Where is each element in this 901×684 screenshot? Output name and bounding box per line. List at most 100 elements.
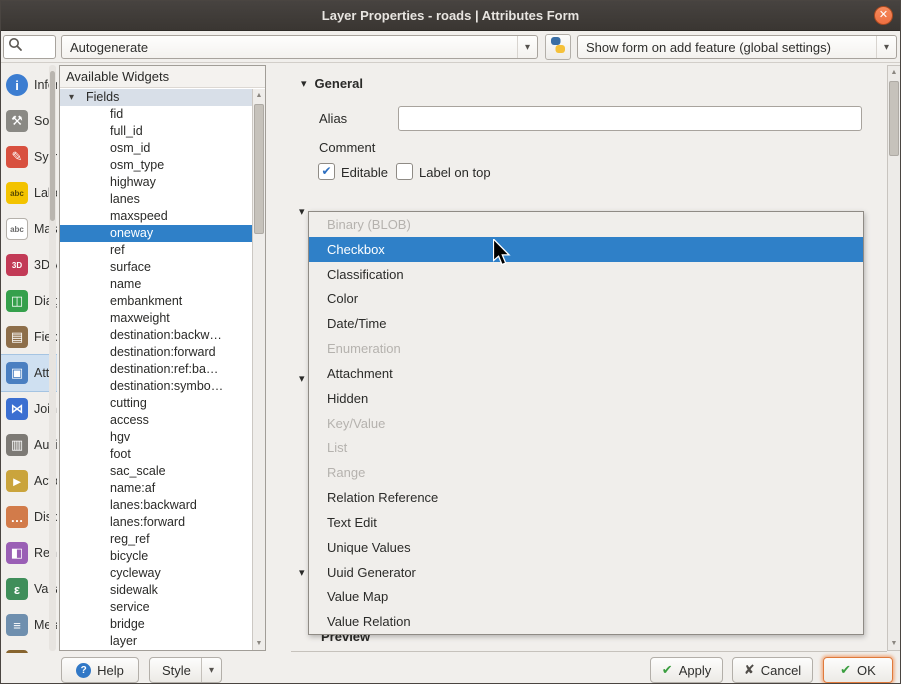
field-item[interactable]: highway: [60, 174, 252, 191]
field-item[interactable]: lanes: [60, 191, 252, 208]
sidebar-scrollbar[interactable]: [49, 65, 56, 651]
close-button[interactable]: ✕: [874, 6, 893, 25]
field-item[interactable]: service: [60, 599, 252, 616]
widget-type-option[interactable]: Text Edit: [309, 510, 863, 535]
widget-type-option[interactable]: Uuid Generator: [309, 560, 863, 585]
widget-type-section-expander-icon[interactable]: ▾: [299, 205, 305, 218]
masks-icon: abc: [6, 218, 28, 240]
field-item[interactable]: surface: [60, 259, 252, 276]
autogenerate-value: Autogenerate: [62, 40, 517, 55]
alias-input[interactable]: [398, 106, 862, 131]
scroll-down-icon[interactable]: ▼: [888, 637, 900, 650]
widget-type-option[interactable]: Color: [309, 286, 863, 311]
expander-icon[interactable]: ▾: [301, 77, 307, 90]
widget-type-option[interactable]: Value Map: [309, 584, 863, 609]
field-item[interactable]: lanes:backward: [60, 497, 252, 514]
field-item[interactable]: name: [60, 276, 252, 293]
field-item[interactable]: destination:forward: [60, 344, 252, 361]
widget-type-option: Key/Value: [309, 411, 863, 436]
section-expander-icon[interactable]: ▾: [299, 566, 305, 579]
tree-node-label: Fields: [86, 90, 119, 104]
tree-node-fields[interactable]: ▾ Fields: [60, 89, 252, 106]
widget-type-option[interactable]: Relation Reference: [309, 485, 863, 510]
field-item[interactable]: sac_scale: [60, 463, 252, 480]
label-on-top-checkbox[interactable]: ✔: [396, 163, 413, 180]
field-item[interactable]: cycleway: [60, 565, 252, 582]
widget-type-option: Binary (BLOB): [309, 212, 863, 237]
field-item[interactable]: name:af: [60, 480, 252, 497]
layer-properties-window: Layer Properties - roads | Attributes Fo…: [0, 0, 901, 684]
field-item[interactable]: maxspeed: [60, 208, 252, 225]
field-item[interactable]: foot: [60, 446, 252, 463]
widget-type-option[interactable]: Hidden: [309, 386, 863, 411]
label-on-top-label: Label on top: [419, 165, 491, 180]
widget-type-option[interactable]: Value Relation: [309, 609, 863, 634]
chevron-down-icon[interactable]: ▾: [201, 658, 221, 682]
general-section-header[interactable]: ▾ General: [301, 76, 363, 91]
widgets-scrollbar-thumb[interactable]: [254, 104, 264, 234]
python-icon: [549, 36, 567, 59]
widget-type-option: Enumeration: [309, 336, 863, 361]
widgets-panel-scrollbar[interactable]: ▲ ▼: [252, 89, 265, 650]
widget-type-option[interactable]: Unique Values: [309, 535, 863, 560]
cross-icon: ✘: [744, 662, 755, 678]
information-icon: i: [6, 74, 28, 96]
cancel-label: Cancel: [761, 663, 801, 678]
display-icon: …: [6, 506, 28, 528]
diagrams-icon: ◫: [6, 290, 28, 312]
widget-type-option[interactable]: Date/Time: [309, 311, 863, 336]
check-icon: ✔: [662, 662, 673, 678]
scroll-down-icon[interactable]: ▼: [253, 637, 265, 650]
field-item[interactable]: sidewalk: [60, 582, 252, 599]
available-widgets-panel: Available Widgets ▾ Fields fidfull_idosm…: [59, 65, 266, 651]
field-item[interactable]: cutting: [60, 395, 252, 412]
field-item[interactable]: osm_type: [60, 157, 252, 174]
ok-button[interactable]: ✔ OK: [823, 657, 893, 683]
field-item[interactable]: destination:ref:ba…: [60, 361, 252, 378]
field-item[interactable]: bicycle: [60, 548, 252, 565]
section-expander-icon[interactable]: ▾: [299, 372, 305, 385]
widget-type-option[interactable]: Classification: [309, 262, 863, 287]
check-icon: ✔: [319, 164, 334, 179]
sidebar-search-input[interactable]: [3, 35, 56, 59]
field-item[interactable]: destination:backw…: [60, 327, 252, 344]
field-item[interactable]: hgv: [60, 429, 252, 446]
scroll-up-icon[interactable]: ▲: [253, 89, 265, 102]
chevron-down-icon: ▾: [517, 36, 537, 58]
comment-label: Comment: [319, 140, 375, 155]
field-item[interactable]: maxweight: [60, 310, 252, 327]
apply-label: Apply: [679, 663, 712, 678]
field-item[interactable]: oneway: [60, 225, 252, 242]
alias-label: Alias: [319, 111, 347, 126]
joins-icon: ⋈: [6, 398, 28, 420]
field-item[interactable]: fid: [60, 106, 252, 123]
widget-type-option[interactable]: Attachment: [309, 361, 863, 386]
form-mode-dropdown[interactable]: Show form on add feature (global setting…: [577, 35, 897, 59]
scroll-up-icon[interactable]: ▲: [888, 66, 900, 79]
widget-type-option: List: [309, 435, 863, 460]
autogenerate-dropdown[interactable]: Autogenerate ▾: [61, 35, 538, 59]
style-button[interactable]: Style ▾: [149, 657, 222, 683]
apply-button[interactable]: ✔ Apply: [650, 657, 723, 683]
field-item[interactable]: reg_ref: [60, 531, 252, 548]
field-item[interactable]: access: [60, 412, 252, 429]
field-item[interactable]: bridge: [60, 616, 252, 633]
editable-checkbox[interactable]: ✔: [318, 163, 335, 180]
form-panel-scrollbar[interactable]: ▲ ▼: [887, 65, 901, 651]
field-item[interactable]: lanes:forward: [60, 514, 252, 531]
field-item[interactable]: layer: [60, 633, 252, 650]
field-item[interactable]: ref: [60, 242, 252, 259]
widget-type-option: Range: [309, 460, 863, 485]
cancel-button[interactable]: ✘ Cancel: [732, 657, 813, 683]
widget-type-option[interactable]: Checkbox: [309, 237, 863, 262]
sidebar-scrollbar-thumb[interactable]: [50, 71, 55, 221]
help-button[interactable]: ? Help: [61, 657, 139, 683]
field-item[interactable]: destination:symbo…: [60, 378, 252, 395]
rendering-icon: ◧: [6, 542, 28, 564]
form-scrollbar-thumb[interactable]: [889, 81, 899, 156]
field-item[interactable]: embankment: [60, 293, 252, 310]
field-item[interactable]: full_id: [60, 123, 252, 140]
python-init-function-button[interactable]: [545, 34, 571, 60]
field-item[interactable]: osm_id: [60, 140, 252, 157]
expander-icon[interactable]: ▾: [69, 89, 74, 106]
